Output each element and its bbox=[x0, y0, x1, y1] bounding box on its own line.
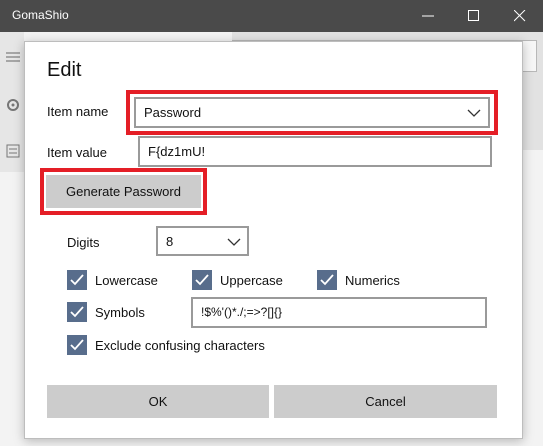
digits-dropdown[interactable]: 8 bbox=[156, 226, 249, 256]
close-button[interactable] bbox=[497, 0, 543, 32]
lowercase-label: Lowercase bbox=[95, 273, 158, 288]
item-value-text: F{dz1mU! bbox=[148, 144, 206, 159]
symbols-checkbox[interactable] bbox=[67, 302, 87, 322]
uppercase-label: Uppercase bbox=[220, 273, 283, 288]
symbols-label: Symbols bbox=[95, 305, 145, 320]
minimize-icon bbox=[422, 15, 434, 17]
symbols-value: !$%'()*./;=>?[]{} bbox=[201, 305, 283, 319]
close-icon bbox=[514, 10, 526, 22]
maximize-icon bbox=[468, 10, 479, 21]
checkmark-icon bbox=[70, 339, 84, 351]
item-name-label: Item name bbox=[47, 104, 109, 119]
cancel-button[interactable]: Cancel bbox=[274, 385, 497, 418]
checkmark-icon bbox=[70, 274, 84, 286]
minimize-button[interactable] bbox=[405, 0, 451, 32]
item-value-label: Item value bbox=[47, 145, 107, 160]
exclude-confusing-checkbox[interactable] bbox=[67, 335, 87, 355]
digits-value: 8 bbox=[166, 234, 174, 249]
checkmark-icon bbox=[195, 274, 209, 286]
ok-button[interactable]: OK bbox=[47, 385, 269, 418]
lowercase-checkbox[interactable] bbox=[67, 270, 87, 290]
item-value-field[interactable]: F{dz1mU! bbox=[138, 136, 492, 167]
window-titlebar: GomaShio bbox=[0, 0, 543, 32]
digits-label: Digits bbox=[67, 235, 100, 250]
dialog-title: Edit bbox=[47, 59, 82, 81]
document-icon[interactable] bbox=[6, 144, 20, 158]
checkmark-icon bbox=[70, 306, 84, 318]
item-name-highlight bbox=[126, 90, 498, 135]
app-sidebar bbox=[0, 32, 24, 172]
chevron-down-icon bbox=[227, 238, 241, 246]
numerics-checkbox[interactable] bbox=[317, 270, 337, 290]
window-title: GomaShio bbox=[12, 8, 69, 22]
maximize-button[interactable] bbox=[451, 0, 497, 32]
symbols-field[interactable]: !$%'()*./;=>?[]{} bbox=[191, 297, 487, 328]
numerics-label: Numerics bbox=[345, 273, 400, 288]
gear-icon[interactable] bbox=[6, 98, 20, 112]
uppercase-checkbox[interactable] bbox=[192, 270, 212, 290]
checkmark-icon bbox=[320, 274, 334, 286]
generate-password-highlight bbox=[40, 168, 207, 215]
hamburger-icon[interactable] bbox=[6, 50, 20, 64]
exclude-confusing-label: Exclude confusing characters bbox=[95, 338, 265, 353]
